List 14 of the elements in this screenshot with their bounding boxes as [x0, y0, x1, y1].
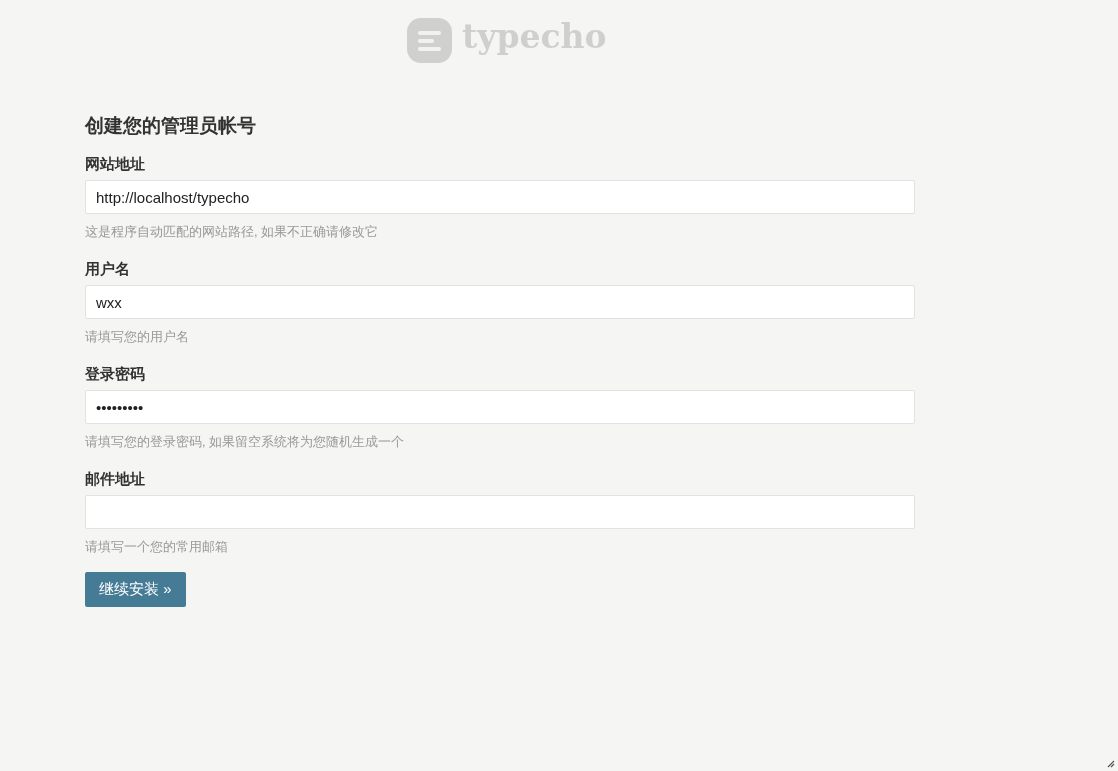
field-hint: 请填写您的用户名	[85, 329, 190, 345]
field-hint: 这是程序自动匹配的网站路径, 如果不正确请修改它	[85, 224, 380, 240]
resize-grip-icon[interactable]	[1107, 760, 1115, 768]
logo-icon	[407, 17, 452, 63]
input-field[interactable]: wxx	[85, 285, 915, 319]
input-field[interactable]: •••••••••	[85, 390, 915, 424]
form-title: 创建您的管理员帐号	[85, 115, 257, 137]
field-label: 登录密码	[85, 365, 146, 383]
field-label: 邮件地址	[85, 470, 146, 488]
field-label: 用户名	[85, 260, 131, 278]
continue-install-button[interactable]: 继续安装 »	[85, 572, 186, 607]
field-label: 网站地址	[85, 155, 146, 173]
input-field[interactable]: http://localhost/typecho	[85, 180, 915, 214]
input-field[interactable]	[85, 495, 915, 529]
